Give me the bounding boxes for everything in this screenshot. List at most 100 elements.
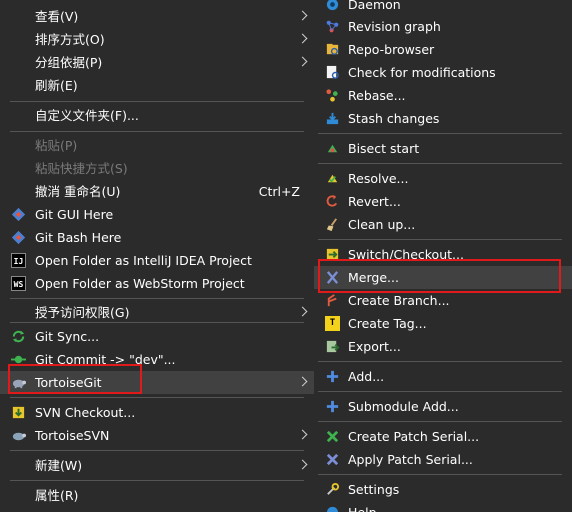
menu-item-label: 刷新(E) bbox=[35, 78, 78, 93]
menu-item-label: Git Sync... bbox=[35, 329, 100, 344]
plus-icon bbox=[326, 400, 339, 413]
menu-item-svn-checkout[interactable]: SVN Checkout... bbox=[0, 401, 314, 424]
menu-item-label: Stash changes bbox=[348, 111, 440, 126]
menu-item-settings[interactable]: Settings bbox=[314, 478, 572, 501]
git-sync-icon bbox=[12, 330, 25, 343]
menu-item-open-intellij[interactable]: IJ Open Folder as IntelliJ IDEA Project bbox=[0, 249, 314, 272]
menu-item-label: Settings bbox=[348, 482, 400, 497]
rebase-icon bbox=[326, 89, 338, 102]
merge-highlight-box bbox=[318, 259, 561, 293]
menu-item-undo-rename[interactable]: 撤消 重命名(U) Ctrl+Z bbox=[0, 180, 314, 203]
chevron-right-icon bbox=[297, 306, 308, 317]
menu-item-git-gui[interactable]: Git GUI Here bbox=[0, 203, 314, 226]
menu-separator bbox=[318, 474, 562, 475]
menu-item-label: 新建(W) bbox=[35, 458, 83, 473]
menu-item-revision-graph[interactable]: Revision graph bbox=[314, 15, 572, 38]
menu-item-submodule-add[interactable]: Submodule Add... bbox=[314, 395, 572, 418]
menu-item-label: SVN Checkout... bbox=[35, 405, 136, 420]
menu-item-customize-folder[interactable]: 自定义文件夹(F)... bbox=[0, 104, 314, 127]
menu-item-group-by[interactable]: 分组依据(P) bbox=[0, 51, 314, 74]
menu-item-label: 查看(V) bbox=[35, 9, 79, 24]
menu-item-label: Revision graph bbox=[348, 19, 441, 34]
menu-item-repo-browser[interactable]: Repo-browser bbox=[314, 38, 572, 61]
menu-item-new[interactable]: 新建(W) bbox=[0, 454, 314, 477]
menu-item-label: Add... bbox=[348, 369, 385, 384]
daemon-icon bbox=[326, 0, 339, 11]
chevron-right-icon bbox=[297, 429, 308, 440]
menu-item-label: 属性(R) bbox=[35, 488, 79, 503]
menu-separator bbox=[10, 322, 304, 323]
menu-item-paste[interactable]: 粘贴(P) bbox=[0, 134, 314, 157]
menu-item-label: 排序方式(O) bbox=[35, 32, 105, 47]
menu-item-clean-up[interactable]: Clean up... bbox=[314, 213, 572, 236]
menu-item-create-patch-serial[interactable]: Create Patch Serial... bbox=[314, 425, 572, 448]
check-modifications-icon bbox=[326, 65, 339, 79]
menu-item-resolve[interactable]: Resolve... bbox=[314, 167, 572, 190]
chevron-right-icon bbox=[297, 376, 308, 387]
menu-separator bbox=[318, 421, 562, 422]
menu-item-label: Help bbox=[348, 501, 377, 512]
menu-item-git-sync[interactable]: Git Sync... bbox=[0, 325, 314, 348]
menu-item-help[interactable]: Help bbox=[314, 501, 572, 512]
menu-item-label: Daemon bbox=[348, 0, 401, 12]
menu-item-label: 分组依据(P) bbox=[35, 55, 103, 70]
menu-item-stash-changes[interactable]: Stash changes bbox=[314, 107, 572, 130]
menu-item-label: Revert... bbox=[348, 194, 401, 209]
menu-item-label: Resolve... bbox=[348, 171, 409, 186]
menu-item-label: 授予访问权限(G) bbox=[35, 305, 130, 320]
menu-item-label: 粘贴(P) bbox=[35, 138, 78, 153]
chevron-right-icon bbox=[297, 10, 308, 21]
patch-create-icon bbox=[326, 430, 339, 443]
menu-separator bbox=[318, 239, 562, 240]
menu-item-label: Create Tag... bbox=[348, 316, 427, 331]
menu-separator bbox=[318, 163, 562, 164]
menu-item-add[interactable]: Add... bbox=[314, 365, 572, 388]
menu-separator bbox=[10, 298, 304, 299]
menu-item-open-webstorm[interactable]: WS Open Folder as WebStorm Project bbox=[0, 272, 314, 295]
tortoisesvn-icon bbox=[12, 432, 26, 441]
tag-icon: T bbox=[325, 316, 340, 331]
menu-item-check-modifications[interactable]: Check for modifications bbox=[314, 61, 572, 84]
menu-item-create-tag[interactable]: T Create Tag... bbox=[314, 312, 572, 335]
menu-item-apply-patch-serial[interactable]: Apply Patch Serial... bbox=[314, 448, 572, 471]
menu-separator bbox=[10, 450, 304, 451]
menu-item-rebase[interactable]: Rebase... bbox=[314, 84, 572, 107]
menu-separator bbox=[10, 101, 304, 102]
bisect-icon bbox=[327, 144, 338, 153]
menu-item-bisect-start[interactable]: Bisect start bbox=[314, 137, 572, 160]
chevron-right-icon bbox=[297, 56, 308, 67]
menu-item-label: Open Folder as IntelliJ IDEA Project bbox=[35, 253, 252, 268]
help-icon bbox=[326, 506, 339, 512]
menu-separator bbox=[10, 480, 304, 481]
menu-separator bbox=[10, 131, 304, 132]
menu-item-label: Git GUI Here bbox=[35, 207, 114, 222]
menu-item-view[interactable]: 查看(V) bbox=[0, 5, 314, 28]
menu-separator bbox=[318, 391, 562, 392]
shortcut-label: Ctrl+Z bbox=[258, 184, 300, 199]
stash-icon bbox=[326, 112, 339, 125]
chevron-right-icon bbox=[297, 33, 308, 44]
menu-item-sort-by[interactable]: 排序方式(O) bbox=[0, 28, 314, 51]
broom-icon bbox=[326, 218, 338, 232]
menu-item-paste-shortcut[interactable]: 粘贴快捷方式(S) bbox=[0, 157, 314, 180]
menu-item-give-access[interactable]: 授予访问权限(G) bbox=[0, 301, 314, 324]
menu-item-git-bash[interactable]: Git Bash Here bbox=[0, 226, 314, 249]
menu-item-label: Bisect start bbox=[348, 141, 420, 156]
menu-item-revert[interactable]: Revert... bbox=[314, 190, 572, 213]
menu-item-properties[interactable]: 属性(R) bbox=[0, 484, 314, 507]
patch-apply-icon bbox=[326, 453, 339, 466]
resolve-icon bbox=[327, 174, 338, 183]
menu-item-daemon[interactable]: Daemon bbox=[314, 0, 572, 16]
menu-item-export[interactable]: Export... bbox=[314, 335, 572, 358]
plus-icon bbox=[326, 370, 339, 383]
menu-item-label: Git Bash Here bbox=[35, 230, 122, 245]
menu-item-tortoisesvn[interactable]: TortoiseSVN bbox=[0, 424, 314, 447]
context-menu: 查看(V) 排序方式(O) 分组依据(P) 刷新(E) 自定义文件夹(F)...… bbox=[0, 0, 315, 512]
menu-item-refresh[interactable]: 刷新(E) bbox=[0, 74, 314, 97]
menu-separator bbox=[318, 133, 562, 134]
revert-icon bbox=[326, 194, 338, 207]
menu-item-label: Apply Patch Serial... bbox=[348, 452, 473, 467]
menu-item-label: Create Patch Serial... bbox=[348, 429, 480, 444]
repo-browser-icon bbox=[326, 43, 339, 55]
menu-item-label: Export... bbox=[348, 339, 401, 354]
